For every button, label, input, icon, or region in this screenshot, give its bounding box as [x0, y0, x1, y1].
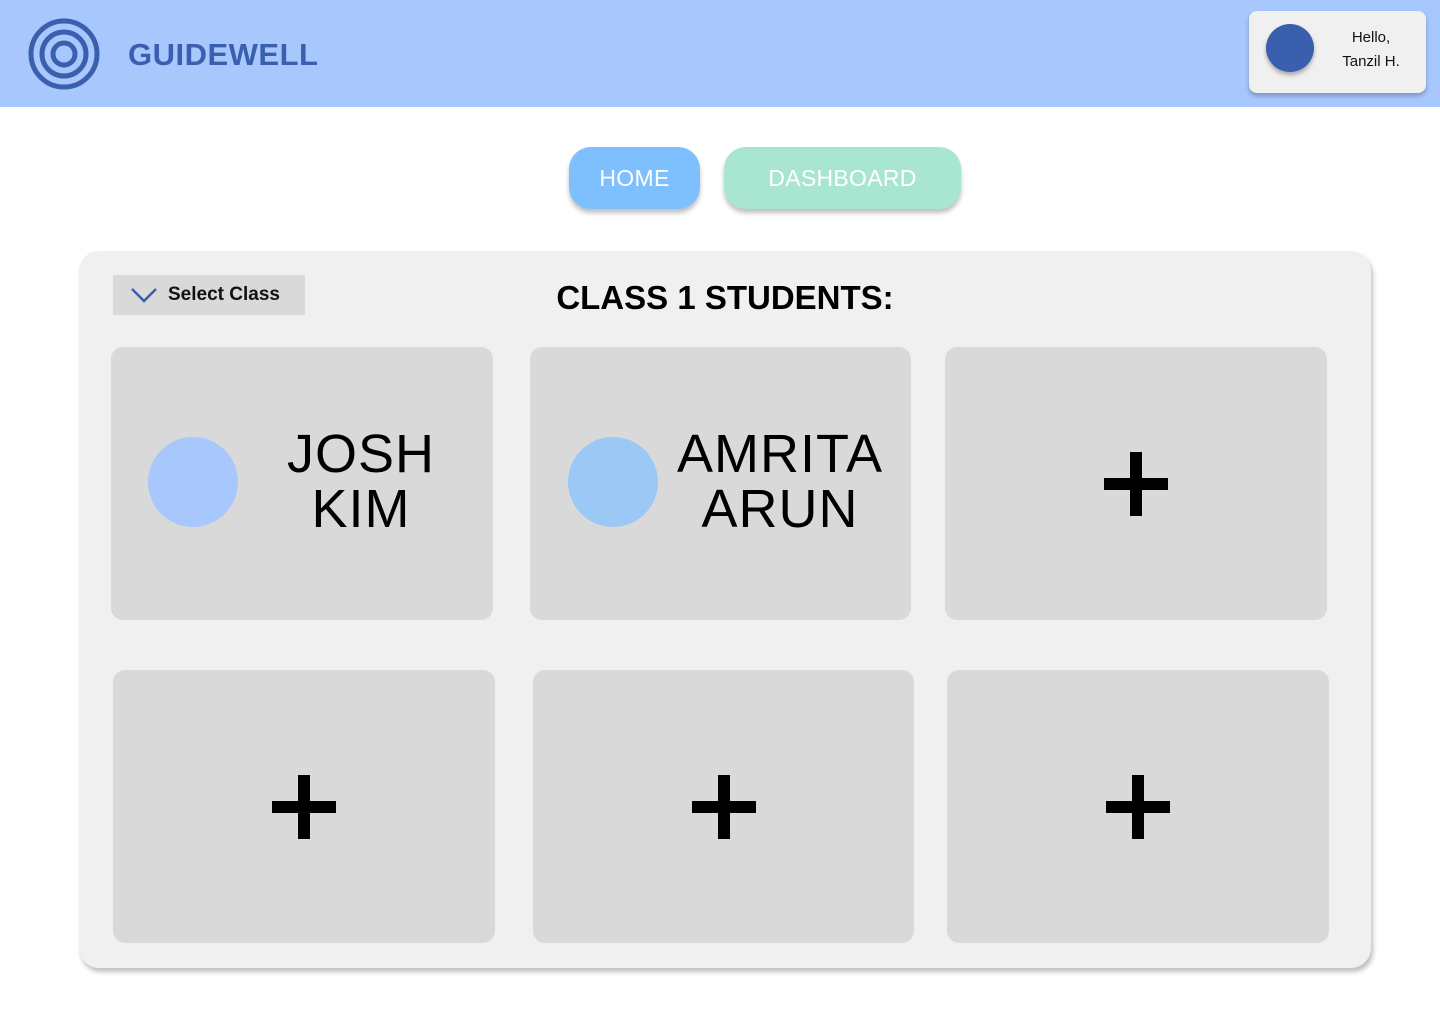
add-student-card[interactable]: [533, 670, 914, 943]
user-profile-card[interactable]: Hello, Tanzil H.: [1249, 11, 1426, 93]
logo-icon[interactable]: [28, 18, 100, 90]
brand-name: GUIDEWELL: [128, 37, 319, 72]
user-greeting: Hello, Tanzil H.: [1329, 26, 1413, 74]
student-first-name: AMRITA: [677, 424, 883, 484]
page-title: CLASS 1 STUDENTS:: [556, 279, 894, 316]
plus-icon: [272, 774, 336, 839]
home-button[interactable]: HOME: [569, 147, 700, 209]
greeting-text: Hello,: [1351, 29, 1391, 46]
plus-icon: [691, 774, 756, 839]
student-name: AMRITA ARUN: [670, 427, 890, 537]
header-bar: GUIDEWELL Hello, Tanzil H.: [0, 0, 1440, 107]
student-avatar: [148, 437, 238, 527]
user-name: Tanzil H.: [1342, 53, 1400, 70]
student-last-name: KIM: [311, 479, 411, 539]
student-avatar: [568, 437, 658, 527]
add-student-card[interactable]: [113, 670, 495, 943]
plus-icon: [1104, 451, 1168, 516]
plus-icon: [1106, 774, 1170, 839]
student-last-name: ARUN: [701, 479, 859, 539]
student-first-name: JOSH: [286, 424, 436, 484]
dashboard-button[interactable]: DASHBOARD: [724, 147, 961, 209]
student-name: JOSH KIM: [261, 427, 461, 537]
add-student-card[interactable]: [947, 670, 1329, 943]
avatar[interactable]: [1266, 24, 1314, 72]
students-panel: Select Class CLASS 1 STUDENTS: JOSH KIM …: [79, 251, 1371, 968]
student-card-josh-kim[interactable]: JOSH KIM: [111, 347, 493, 620]
add-student-card[interactable]: [945, 347, 1327, 620]
student-card-amrita-arun[interactable]: AMRITA ARUN: [530, 347, 911, 620]
